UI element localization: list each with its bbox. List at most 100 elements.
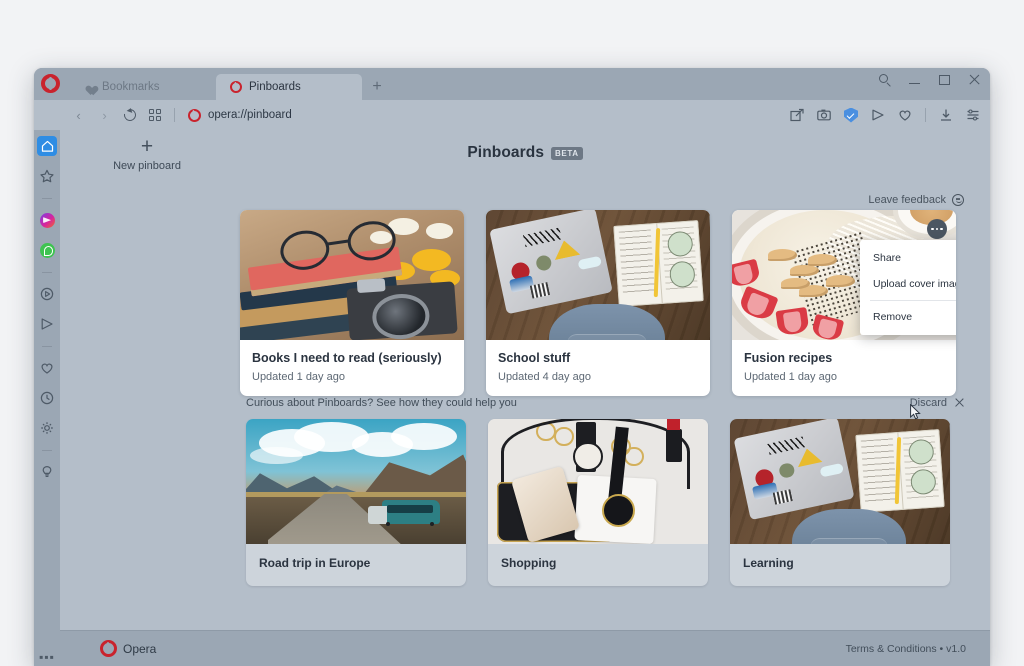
divider [925,108,926,122]
tab-pinboards[interactable]: Pinboards [216,74,362,100]
pinboard-card[interactable]: Books I need to read (seriously) Updated… [240,210,464,396]
promo-title: Road trip in Europe [259,556,453,570]
promo-card[interactable]: Shopping [488,419,708,586]
gear-icon [40,421,54,435]
maximize-icon[interactable] [938,73,952,87]
heart-icon[interactable] [898,108,912,122]
tab-label: Bookmarks [102,81,160,93]
sidebar-item-history[interactable] [37,388,57,408]
url-field[interactable]: opera://pinboard [188,109,777,122]
page-title: Pinboards [467,144,544,162]
promo-row: Road trip in Europe [246,419,950,586]
address-bar: ‹ › opera://pinboard [34,100,990,130]
player-icon [40,287,54,301]
promo-title: Shopping [501,556,695,570]
browser-window: Bookmarks Pinboards + ‹ › opera://pinboa… [34,68,990,666]
close-icon [954,398,964,408]
context-menu: Share Upload cover image... Remove [860,240,956,335]
title-group: Pinboards BETA [60,144,990,162]
opera-footer-logo: Opera [100,640,156,657]
opera-wordmark: Opera [123,642,156,656]
sidebar-item-home[interactable] [37,136,57,156]
verified-shield-icon[interactable] [844,108,858,123]
pinboard-subtitle: Updated 1 day ago [252,371,452,383]
sidebar-item-player[interactable] [37,284,57,304]
sidebar-item-whatsapp[interactable] [37,240,57,260]
smiley-icon [952,194,964,206]
pinboard-options-button[interactable] [927,219,947,239]
home-icon [41,140,54,153]
easy-setup-icon[interactable] [966,108,980,122]
context-menu-item-remove[interactable]: Remove [860,304,956,330]
promo-title: Learning [743,556,937,570]
pinboard-title: Books I need to read (seriously) [252,351,452,365]
downloads-icon[interactable] [939,108,953,122]
divider [174,108,175,122]
pinboard-card[interactable]: Fusion recipes Updated 1 day ago Share U… [732,210,956,396]
flow-icon [40,317,54,331]
promo-card[interactable]: Learning [730,419,950,586]
share-icon[interactable] [790,108,804,122]
new-tab-button[interactable]: + [362,74,392,100]
promo-cover-image [488,419,708,544]
opera-icon [230,81,242,93]
sidebar-item-tips[interactable] [37,462,57,482]
leave-feedback-label: Leave feedback [868,194,946,206]
messenger-icon [40,213,55,228]
snapshot-icon[interactable] [817,108,831,122]
back-button[interactable]: ‹ [72,108,85,123]
context-menu-item-share[interactable]: Share [860,245,956,271]
pinboard-title: School stuff [498,351,698,365]
promo-header: Curious about Pinboards? See how they co… [246,397,964,409]
page-footer: Opera Terms & Conditions • v1.0 [60,630,990,666]
clock-icon [40,391,54,405]
leave-feedback-button[interactable]: Leave feedback [868,194,964,206]
promo-meta: Learning [730,544,950,586]
whatsapp-icon [40,243,55,258]
promo-meta: Road trip in Europe [246,544,466,586]
grid-icon[interactable] [149,109,161,121]
page-content: + New pinboard Pinboards BETA Leave feed… [60,130,990,666]
window-controls [878,73,982,87]
pinboards-row: Books I need to read (seriously) Updated… [240,210,956,396]
sidebar-divider [42,346,52,347]
tab-strip: Bookmarks Pinboards + [34,68,990,100]
sidebar-divider [42,450,52,451]
sidebar-item-settings[interactable] [37,418,57,438]
forward-button[interactable]: › [98,108,111,123]
opera-logo-icon[interactable] [41,74,60,93]
search-icon[interactable] [878,73,892,87]
pinboard-meta: Fusion recipes Updated 1 day ago [732,340,956,396]
sidebar-item-speed-dial[interactable] [37,166,57,186]
sidebar-item-favorites[interactable] [37,358,57,378]
sidebar-item-opera-flow[interactable] [37,314,57,334]
player-icon[interactable] [871,108,885,122]
promo-meta: Shopping [488,544,708,586]
pinboard-card[interactable]: School stuff Updated 4 day ago [486,210,710,396]
context-menu-divider [870,300,956,301]
pinboard-meta: School stuff Updated 4 day ago [486,340,710,396]
promo-card[interactable]: Road trip in Europe [246,419,466,586]
url-text: opera://pinboard [208,109,292,121]
tab-label: Pinboards [249,81,301,93]
pinboard-subtitle: Updated 4 day ago [498,371,698,383]
pinboard-subtitle: Updated 1 day ago [744,371,944,383]
sidebar: ▪▪▪ [34,130,60,666]
pinboard-title: Fusion recipes [744,351,944,365]
pinboard-cover-image [486,210,710,340]
sidebar-more-button[interactable]: ▪▪▪ [39,654,55,660]
beta-badge: BETA [551,147,583,160]
pinboard-cover-image [240,210,464,340]
sidebar-divider [42,272,52,273]
minimize-icon[interactable] [908,73,922,87]
promo-cover-image [246,419,466,544]
sidebar-item-messenger[interactable] [37,210,57,230]
reload-icon[interactable] [122,107,139,124]
close-icon[interactable] [968,73,982,87]
promo-cover-image [730,419,950,544]
heart-icon [40,361,54,375]
pinboard-meta: Books I need to read (seriously) Updated… [240,340,464,396]
tab-bookmarks[interactable]: Bookmarks [70,74,216,100]
terms-and-conditions-link[interactable]: Terms & Conditions • v1.0 [846,643,966,655]
context-menu-item-upload-cover-image[interactable]: Upload cover image... [860,271,956,297]
